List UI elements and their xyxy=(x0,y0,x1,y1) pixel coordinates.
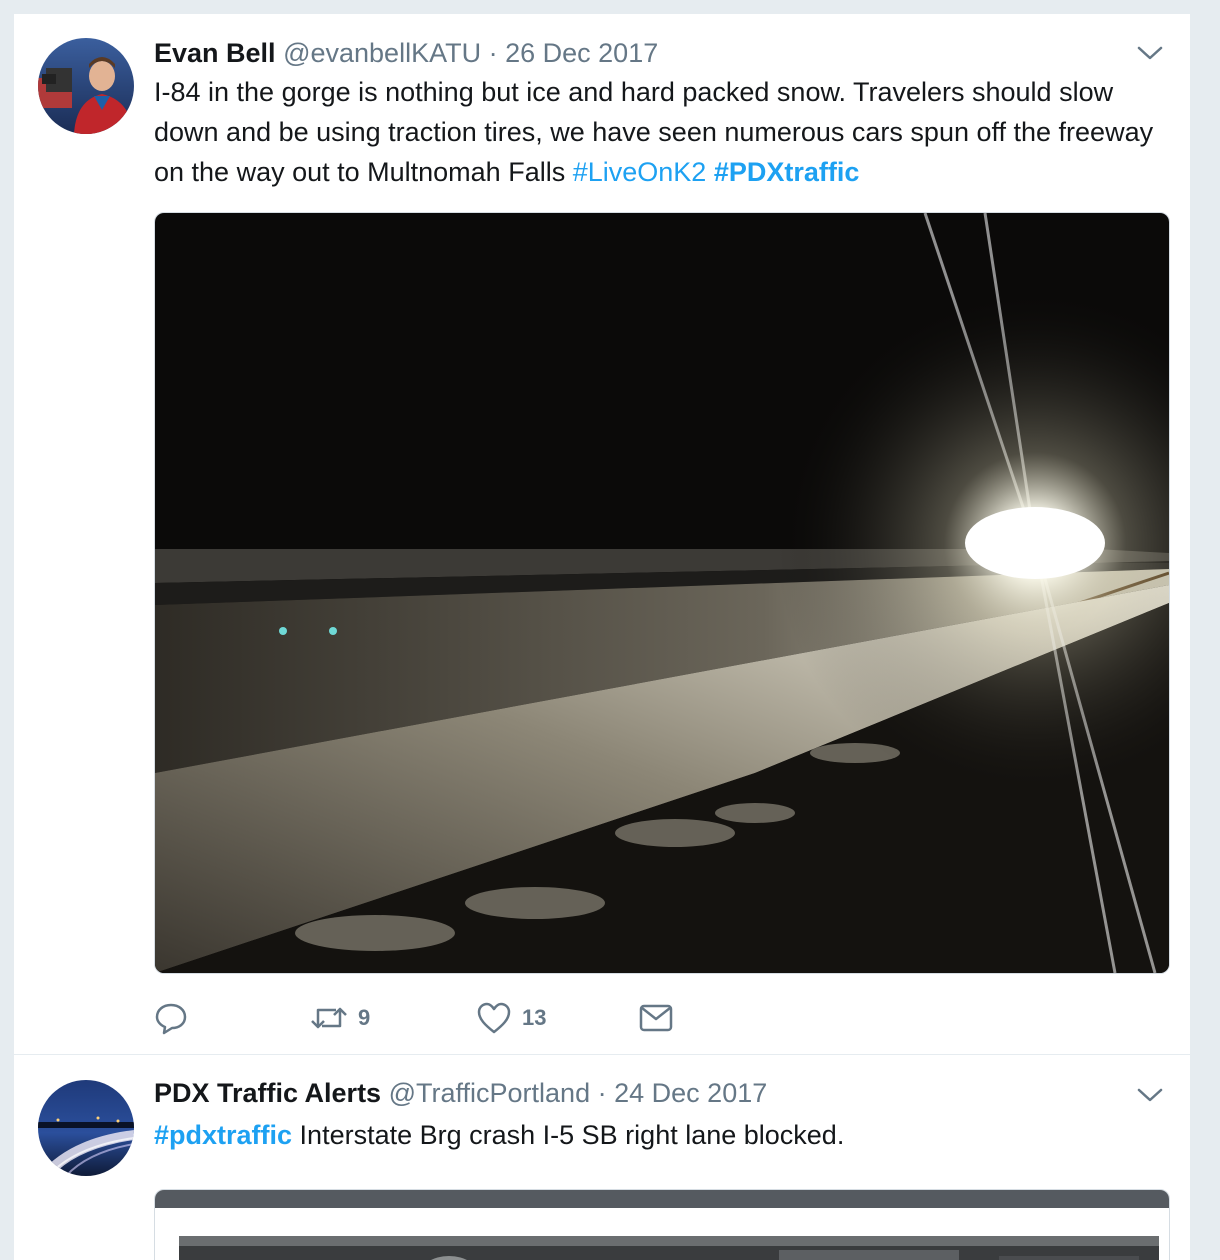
retweet-icon xyxy=(311,1007,347,1029)
envelope-icon xyxy=(639,1004,673,1032)
like-count: 13 xyxy=(522,1005,547,1030)
chevron-down-icon[interactable] xyxy=(1136,1085,1164,1105)
like-button[interactable]: 13 xyxy=(476,1000,546,1036)
tweet[interactable]: Evan Bell @evanbellKATU · 26 Dec 2017 I-… xyxy=(14,14,1190,1055)
link-card[interactable] xyxy=(154,1189,1170,1260)
author-name[interactable]: PDX Traffic Alerts xyxy=(154,1078,381,1108)
avatar[interactable] xyxy=(38,1080,134,1176)
night-highway-photo xyxy=(155,213,1169,973)
author-name[interactable]: Evan Bell xyxy=(154,38,276,68)
tweet-actions: 9 13 xyxy=(154,1000,774,1036)
traffic-camera-image xyxy=(179,1236,1159,1260)
tweet-header: Evan Bell @evanbellKATU · 26 Dec 2017 xyxy=(154,36,1130,70)
retweet-button[interactable]: 9 xyxy=(310,1000,370,1036)
reply-icon xyxy=(155,1003,187,1035)
avatar-image xyxy=(38,1080,134,1176)
card-header-bar xyxy=(155,1190,1169,1208)
hashtag-link[interactable]: #pdxtraffic xyxy=(154,1120,292,1150)
separator-dot: · xyxy=(488,38,498,68)
direct-message-button[interactable] xyxy=(638,1000,674,1036)
timeline: Evan Bell @evanbellKATU · 26 Dec 2017 I-… xyxy=(14,14,1190,1260)
avatar[interactable] xyxy=(38,38,134,134)
hashtag-link[interactable]: #LiveOnK2 xyxy=(573,157,707,187)
tweet-text: I-84 in the gorge is nothing but ice and… xyxy=(154,72,1170,192)
hashtag-link[interactable]: #PDXtraffic xyxy=(714,157,860,187)
separator-dot: · xyxy=(597,1078,607,1108)
tweet[interactable]: PDX Traffic Alerts @TrafficPortland · 24… xyxy=(14,1055,1190,1260)
author-handle[interactable]: @TrafficPortland xyxy=(389,1078,591,1108)
author-handle[interactable]: @evanbellKATU xyxy=(283,38,481,68)
reply-button[interactable] xyxy=(154,1000,188,1036)
tweet-body: Interstate Brg crash I-5 SB right lane b… xyxy=(292,1120,845,1150)
tweet-date[interactable]: 24 Dec 2017 xyxy=(614,1078,767,1108)
chevron-down-icon[interactable] xyxy=(1136,43,1164,63)
heart-icon xyxy=(477,1002,511,1034)
tweet-date[interactable]: 26 Dec 2017 xyxy=(505,38,658,68)
tweet-header: PDX Traffic Alerts @TrafficPortland · 24… xyxy=(154,1076,1130,1110)
avatar-image xyxy=(38,38,134,134)
tweet-text: #pdxtraffic Interstate Brg crash I-5 SB … xyxy=(154,1115,1170,1155)
retweet-count: 9 xyxy=(358,1005,371,1030)
tweet-photo[interactable] xyxy=(154,212,1170,974)
